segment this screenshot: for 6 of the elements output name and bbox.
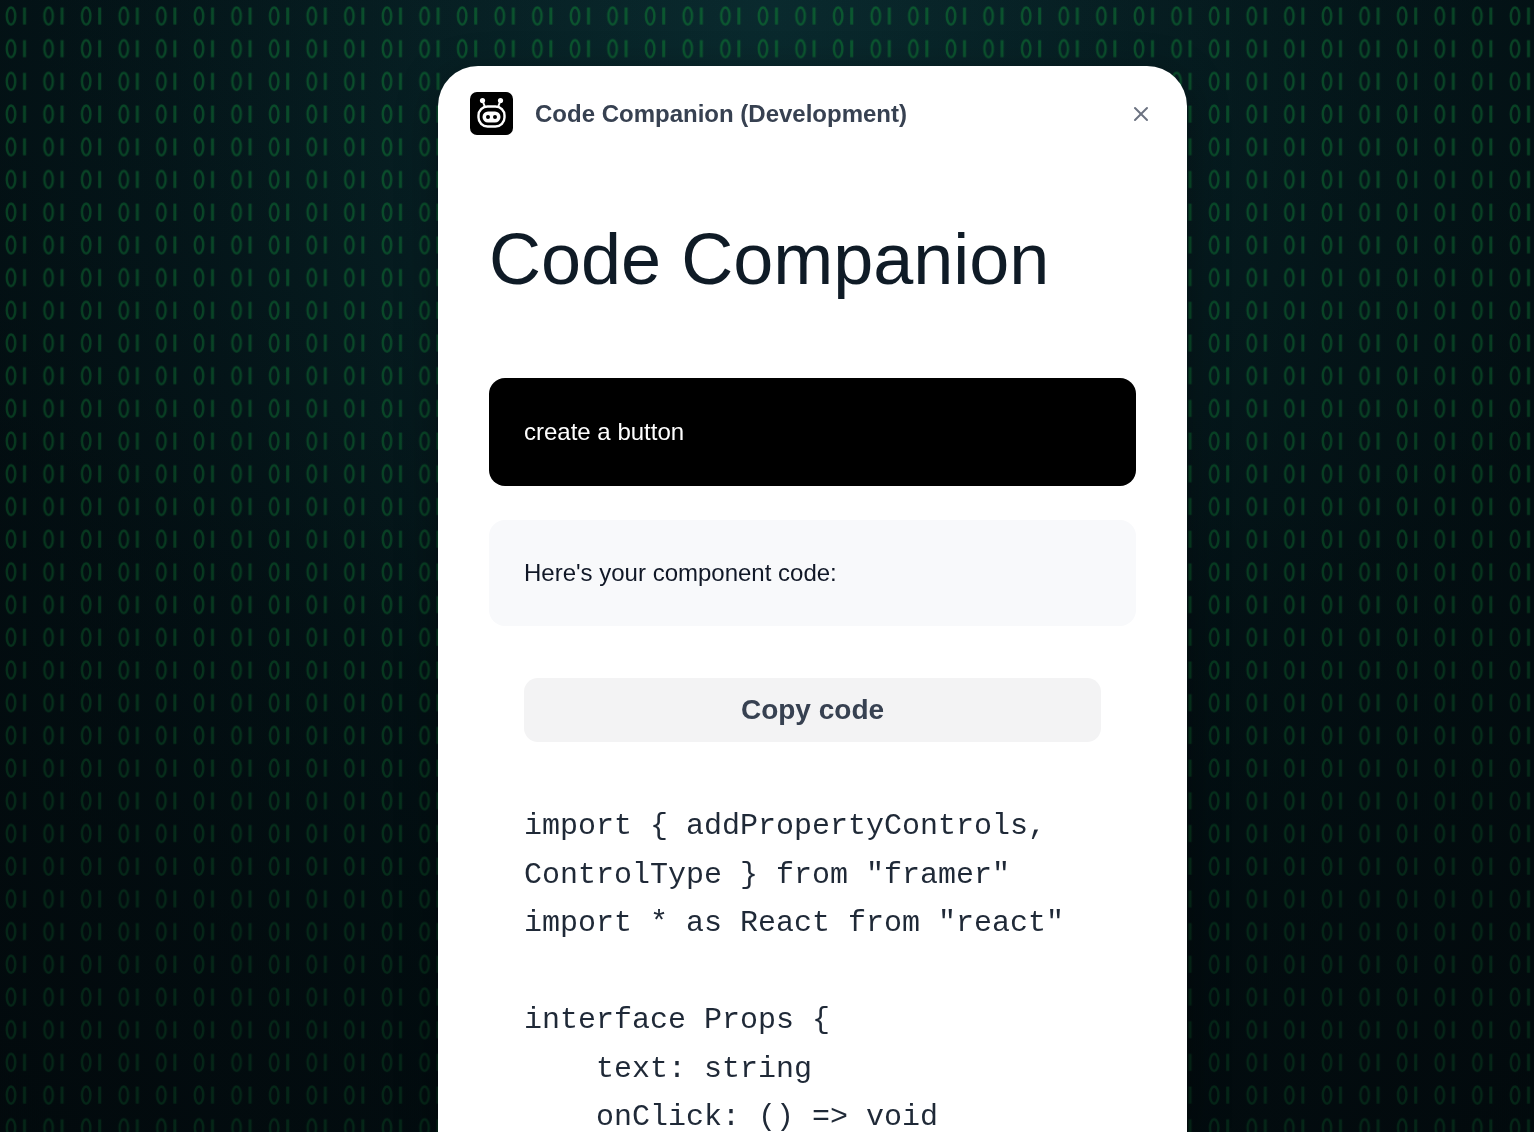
assistant-message: Here's your component code: xyxy=(489,520,1136,626)
user-message: create a button xyxy=(489,378,1136,486)
window-title: Code Companion (Development) xyxy=(535,98,907,129)
copy-code-button[interactable]: Copy code xyxy=(524,678,1101,742)
robot-logo-icon xyxy=(470,92,513,135)
code-text: import { addPropertyControls, ControlType } from "framer" import * as React from "react" interface Props { text: string onClick: () => void xyxy=(524,808,1066,1132)
